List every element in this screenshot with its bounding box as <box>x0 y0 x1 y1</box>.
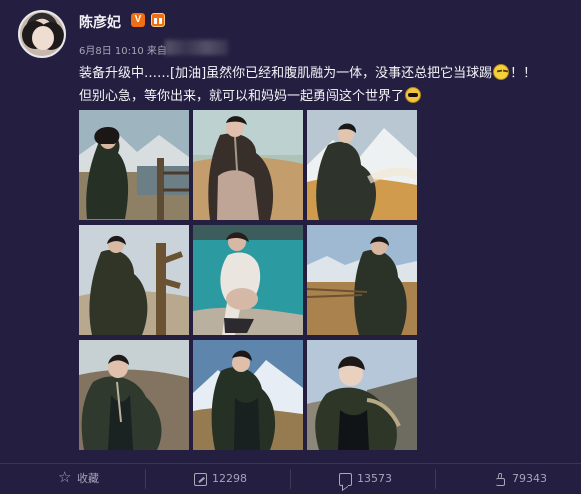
comment-count: 13573 <box>357 472 392 485</box>
repost-count: 12298 <box>212 472 247 485</box>
photo-thumbnail-3[interactable] <box>307 110 417 220</box>
post-text: 装备升级中……[加油]虽然你已经和腹肌融为一体，没事还总把它当球踢 ！！ 但别心急… <box>79 62 569 108</box>
photo-5-image <box>193 225 303 335</box>
photo-2-image <box>193 110 303 220</box>
photo-6-image <box>307 225 417 335</box>
author-name[interactable]: 陈彦妃 <box>79 12 121 32</box>
author-avatar[interactable] <box>18 10 66 58</box>
action-divider-3 <box>435 469 436 489</box>
photo-4-image <box>79 225 189 335</box>
photo-thumbnail-6[interactable] <box>307 225 417 335</box>
photo-thumbnail-8[interactable] <box>193 340 303 450</box>
photo-thumbnail-9[interactable] <box>307 340 417 450</box>
star-icon <box>58 470 72 486</box>
like-action-button[interactable]: 79343 <box>492 472 547 486</box>
weibo-post-card: 陈彦妃 V 6月8日 10:10 来自 装备升级中……[加油]虽然你已经和腹肌融… <box>0 0 581 494</box>
comment-icon <box>339 472 352 486</box>
smirk-emoji-icon <box>493 64 510 80</box>
photo-3-image <box>307 110 417 220</box>
photo-thumbnail-5[interactable] <box>193 225 303 335</box>
member-gift-icon[interactable] <box>151 13 165 27</box>
post-text-line-2: 但别心急，等你出来，就可以和妈妈一起勇闯这个世界了 <box>79 85 569 108</box>
post-action-bar: 收藏 12298 13573 79343 <box>0 463 581 494</box>
action-divider-2 <box>290 469 291 489</box>
verified-v-icon: V <box>131 13 145 27</box>
post-date-source: 6月8日 10:10 来自 <box>79 46 167 57</box>
photo-grid <box>79 110 418 450</box>
sunglasses-emoji-icon <box>405 87 422 103</box>
photo-thumbnail-7[interactable] <box>79 340 189 450</box>
repost-action-button[interactable]: 12298 <box>194 472 247 486</box>
photo-thumbnail-2[interactable] <box>193 110 303 220</box>
like-count: 79343 <box>512 472 547 485</box>
photo-8-image <box>193 340 303 450</box>
photo-9-image <box>307 340 417 450</box>
post-text-line-1-suffix: ！！ <box>510 66 537 81</box>
post-text-line-1: 装备升级中……[加油]虽然你已经和腹肌融为一体，没事还总把它当球踢 ！！ <box>79 62 569 85</box>
thumbs-up-icon <box>492 473 507 486</box>
photo-thumbnail-1[interactable] <box>79 110 189 220</box>
photo-1-image <box>79 110 189 220</box>
comment-action-button[interactable]: 13573 <box>339 472 392 486</box>
source-device-blurred <box>165 40 228 55</box>
repost-icon <box>194 472 207 486</box>
post-text-line-1-content: 装备升级中……[加油]虽然你已经和腹肌融为一体，没事还总把它当球踢 <box>79 66 493 81</box>
action-divider-1 <box>145 469 146 489</box>
collect-label: 收藏 <box>77 472 99 485</box>
post-text-line-2-content: 但别心急，等你出来，就可以和妈妈一起勇闯这个世界了 <box>79 89 405 104</box>
photo-thumbnail-4[interactable] <box>79 225 189 335</box>
collect-action-button[interactable]: 收藏 <box>58 470 99 486</box>
photo-7-image <box>79 340 189 450</box>
